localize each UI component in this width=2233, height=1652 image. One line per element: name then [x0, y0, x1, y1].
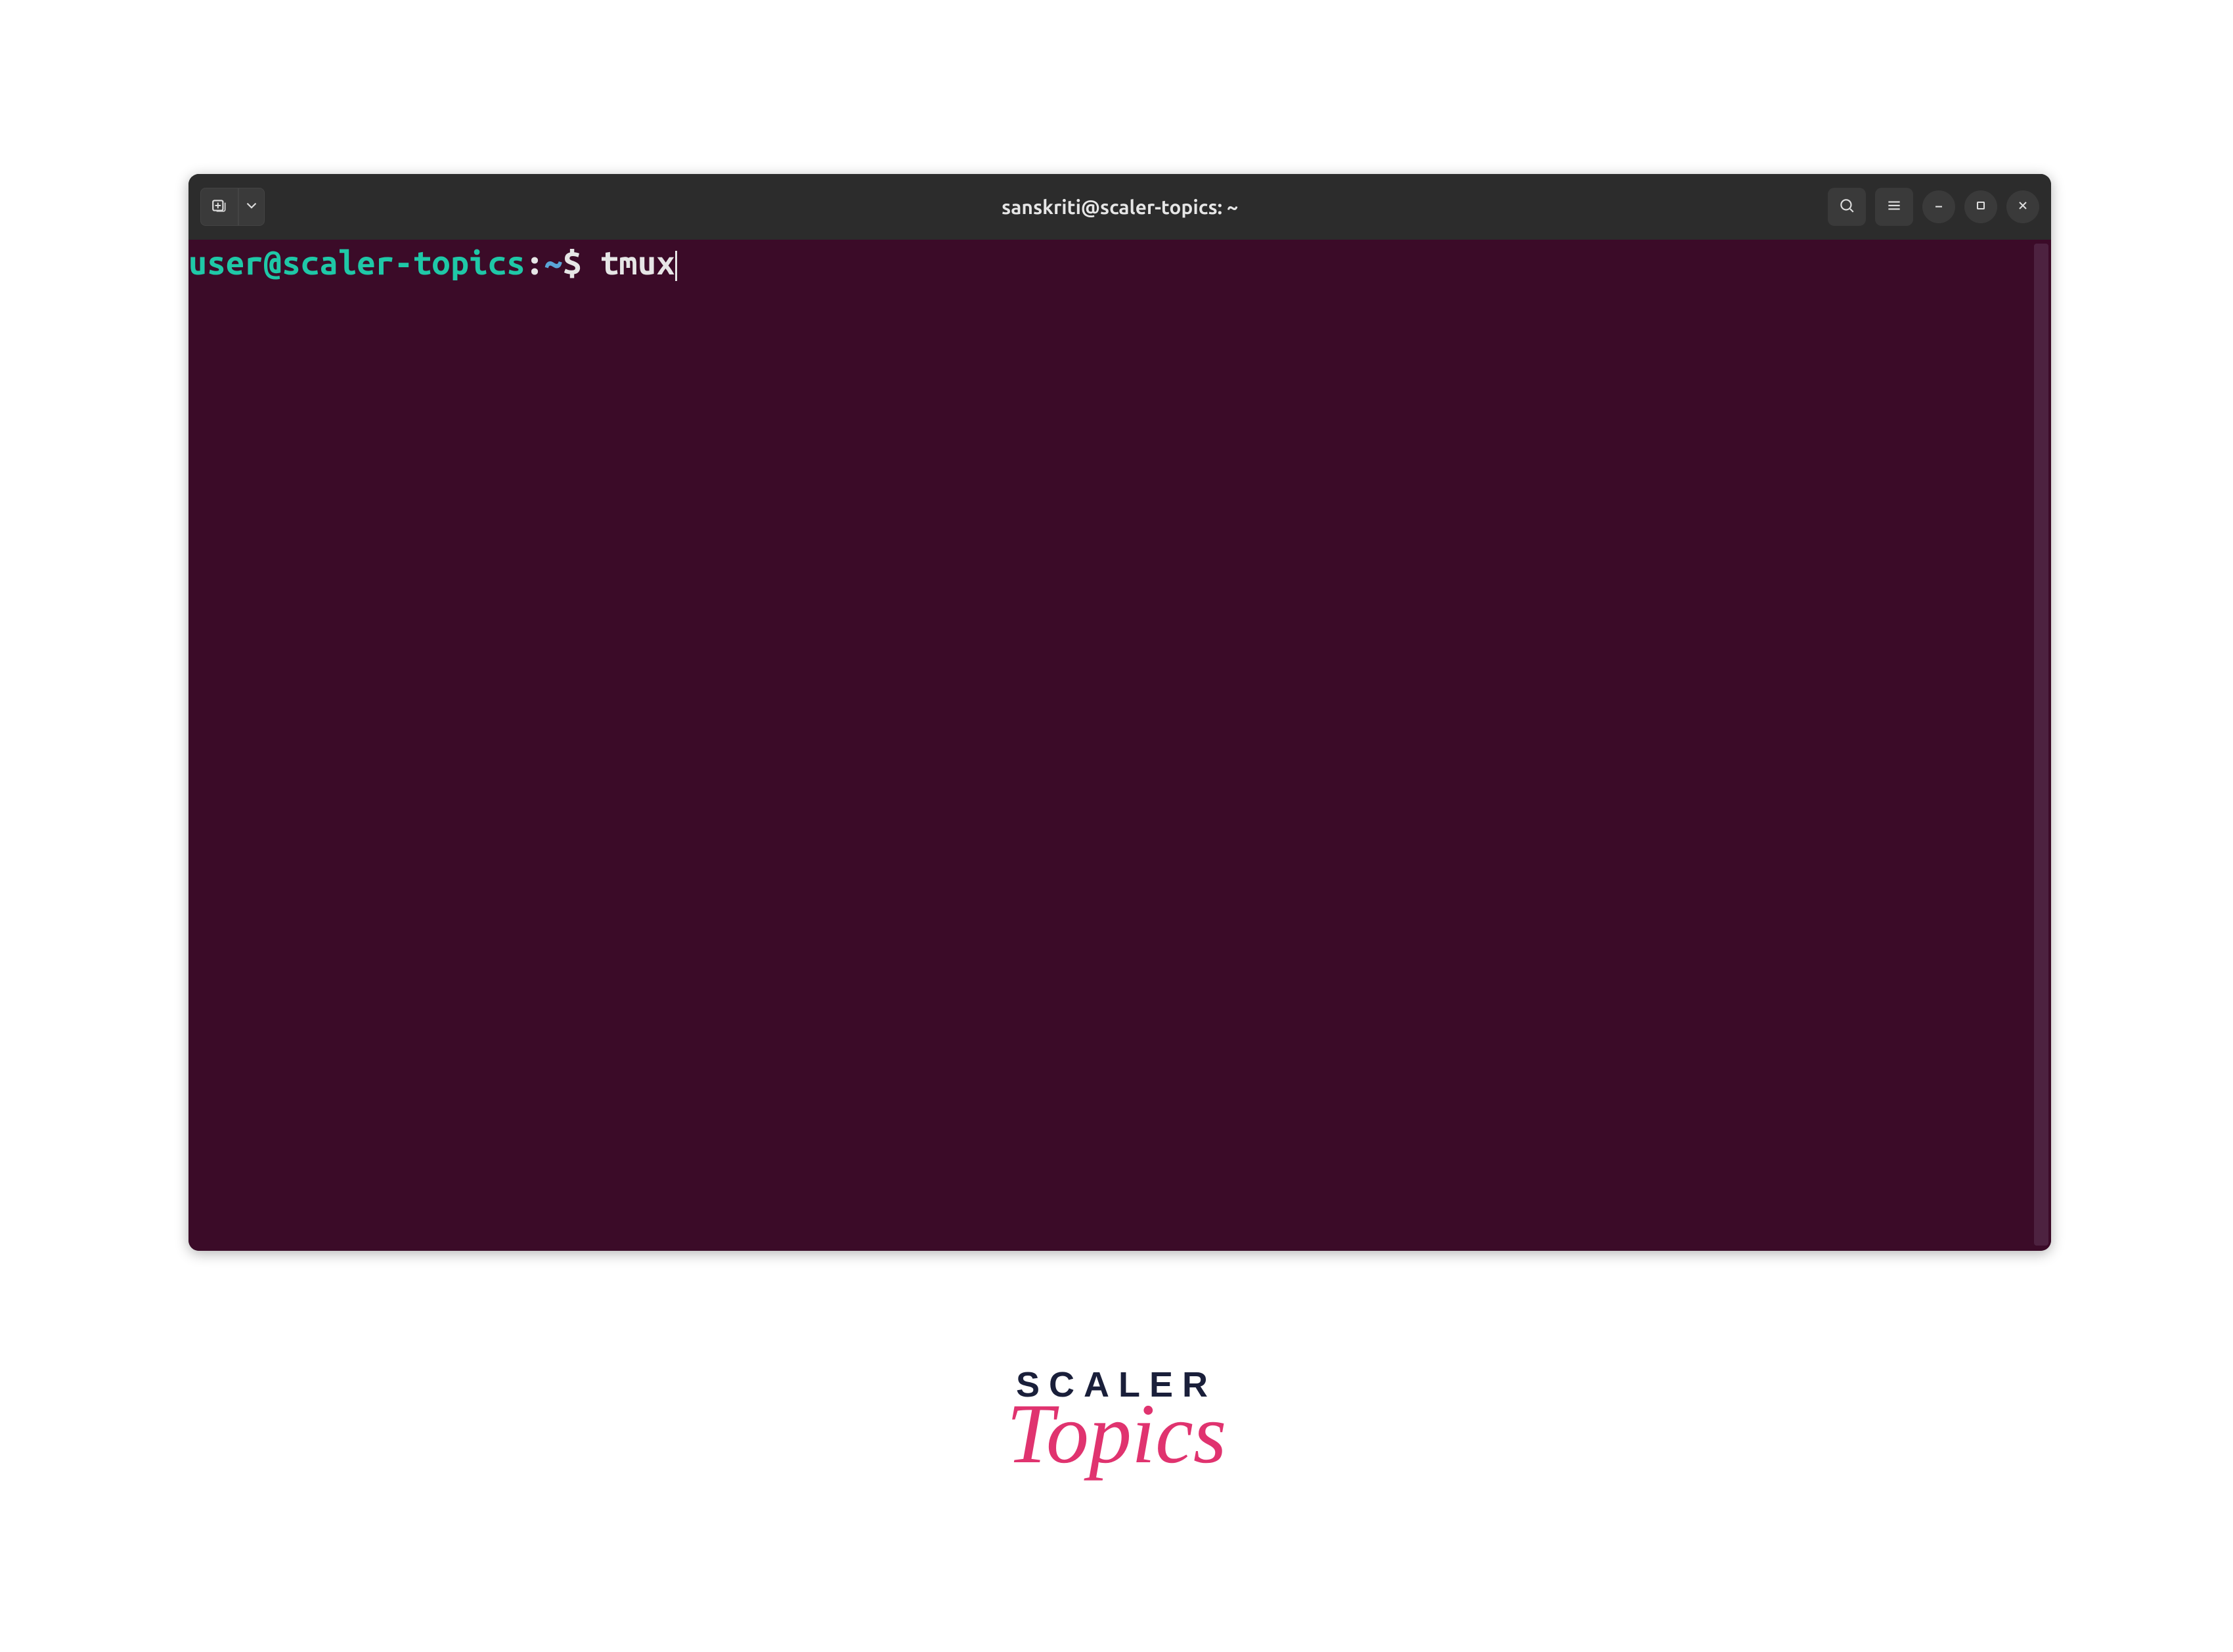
- prompt-dollar: $: [563, 244, 600, 281]
- menu-button[interactable]: [1875, 188, 1913, 226]
- prompt-line: user@scaler-topics:~$ tmux: [188, 246, 2034, 281]
- tab-dropdown-button[interactable]: [238, 188, 265, 226]
- logo: SCALER Topics: [1007, 1364, 1227, 1468]
- terminal-content[interactable]: user@scaler-topics:~$ tmux: [188, 240, 2034, 1251]
- logo-line2: Topics: [1007, 1400, 1227, 1468]
- search-button[interactable]: [1828, 188, 1866, 226]
- maximize-icon: [1974, 199, 1987, 215]
- prompt-colon: :: [525, 244, 544, 281]
- minimize-button[interactable]: [1922, 190, 1955, 223]
- titlebar-left-controls: [200, 188, 265, 226]
- close-icon: [2016, 199, 2029, 215]
- terminal-window: sanskriti@scaler-topics: ~: [188, 174, 2051, 1251]
- close-button[interactable]: [2006, 190, 2039, 223]
- scrollbar[interactable]: [2034, 244, 2048, 1246]
- new-tab-icon: [211, 197, 228, 217]
- command-input: tmux: [600, 244, 675, 281]
- search-icon: [1838, 197, 1855, 217]
- titlebar-right-controls: [1828, 188, 2039, 226]
- hamburger-icon: [1886, 197, 1903, 217]
- prompt-user-host: user@scaler-topics: [188, 244, 525, 281]
- chevron-down-icon: [243, 197, 260, 217]
- minimize-icon: [1932, 199, 1945, 215]
- prompt-path: ~: [544, 244, 564, 281]
- new-tab-button[interactable]: [200, 188, 238, 226]
- maximize-button[interactable]: [1964, 190, 1997, 223]
- titlebar: sanskriti@scaler-topics: ~: [188, 174, 2051, 240]
- window-title: sanskriti@scaler-topics: ~: [1002, 196, 1238, 218]
- terminal-body[interactable]: user@scaler-topics:~$ tmux: [188, 240, 2051, 1251]
- text-cursor: [675, 251, 677, 281]
